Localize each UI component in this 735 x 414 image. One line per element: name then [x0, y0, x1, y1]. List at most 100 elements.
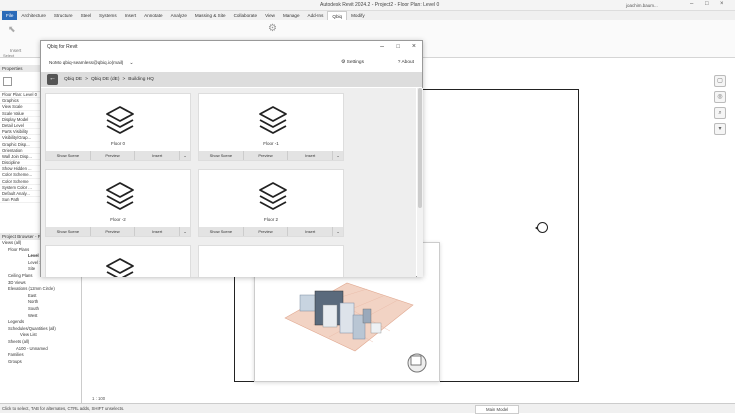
- tab-manage[interactable]: Manage: [279, 11, 304, 20]
- dialog-title: Qbiq for Revit: [47, 44, 78, 50]
- dialog-scrollbar[interactable]: [417, 88, 423, 277]
- tab-structure[interactable]: Structure: [50, 11, 77, 20]
- browser-item-groups[interactable]: Groups: [0, 359, 81, 366]
- floor-label: Floor -1: [263, 141, 279, 146]
- show-scene-button[interactable]: Show Scene: [46, 151, 91, 160]
- browser-item-3d-views[interactable]: 3D Views: [0, 280, 81, 287]
- close-icon[interactable]: ×: [720, 1, 724, 7]
- tab-file[interactable]: File: [2, 11, 18, 20]
- tab-annotate[interactable]: Annotate: [140, 11, 166, 20]
- floor-card-grid: Floor 0 Show Scene Preview Insert ⌄ Floor -…: [41, 88, 416, 277]
- navigation-bar: ▢ ◎ ⌕ ▾: [714, 75, 728, 165]
- show-scene-button[interactable]: Show Scene: [46, 227, 91, 236]
- show-scene-button[interactable]: Show Scene: [199, 227, 244, 236]
- tab-view[interactable]: View: [261, 11, 279, 20]
- layers-icon: [106, 182, 134, 210]
- floor-label: Floor 2: [263, 217, 278, 222]
- scrollbar-thumb[interactable]: [418, 88, 422, 208]
- tab-systems[interactable]: Systems: [95, 11, 121, 20]
- settings-button[interactable]: ⚙ Settings: [341, 60, 364, 65]
- browser-item-elevations[interactable]: Elevations (12mm Circle): [0, 286, 81, 293]
- chevron-down-icon[interactable]: ⌄: [180, 227, 190, 236]
- zoom-region-icon[interactable]: ▾: [714, 123, 726, 135]
- about-button[interactable]: ? About: [398, 60, 414, 65]
- chevron-down-icon[interactable]: ⌄: [333, 151, 343, 160]
- browser-item-view-list[interactable]: View List: [0, 332, 81, 339]
- tab-steel[interactable]: Steel: [77, 11, 95, 20]
- properties-panel: Properties Floor Plan: Level 0 Graphics …: [0, 65, 44, 230]
- tab-qbiq[interactable]: Qbiq: [327, 11, 348, 20]
- tab-collaborate[interactable]: Collaborate: [230, 11, 262, 20]
- browser-item-west[interactable]: West: [0, 313, 81, 320]
- preview-button[interactable]: Preview: [91, 151, 136, 160]
- maximize-icon[interactable]: □: [705, 1, 709, 7]
- breadcrumb: ← Qbiq DE > Qbiq DE (dE) > Building HQ: [41, 72, 422, 87]
- browser-item-schedules[interactable]: Schedules/Quantities (all): [0, 326, 81, 333]
- layers-icon: [106, 258, 134, 277]
- crumb-item[interactable]: Qbiq DE (dE): [91, 77, 120, 82]
- tab-architecture[interactable]: Architecture: [17, 11, 50, 20]
- ribbon-select-label: Select: [3, 53, 15, 58]
- tab-insert[interactable]: Insert: [121, 11, 141, 20]
- zoom-icon[interactable]: ⌕: [714, 107, 726, 119]
- viewcube-icon[interactable]: ▢: [714, 75, 726, 87]
- about-label: About: [401, 60, 414, 65]
- ribbon-tabs: File Architecture Structure Steel System…: [0, 11, 735, 20]
- floor-card[interactable]: Floor 2 Show Scene Preview Insert ⌄: [198, 169, 344, 237]
- insert-button[interactable]: Insert: [135, 151, 181, 160]
- user-name[interactable]: joachim.baum...: [626, 3, 658, 8]
- window-title: Autodesk Revit 2024.2 - Project2 - Floor…: [320, 2, 440, 8]
- floor-label: Floor 0: [110, 141, 125, 146]
- insert-button[interactable]: Insert: [288, 151, 334, 160]
- view-scale[interactable]: 1 : 100: [92, 396, 105, 401]
- tab-addins[interactable]: Add-Ins: [304, 11, 328, 20]
- minimize-icon[interactable]: –: [690, 1, 693, 7]
- chevron-down-icon[interactable]: ⌄: [333, 227, 343, 236]
- browser-item-north[interactable]: North: [0, 299, 81, 306]
- browser-item-east[interactable]: East: [0, 293, 81, 300]
- modify-icon[interactable]: ⬉: [8, 24, 16, 35]
- status-text: Click to select, TAB for alternates, CTR…: [2, 406, 125, 411]
- browser-item-sheet-a100[interactable]: A100 - Unnamed: [0, 346, 81, 353]
- preview-button[interactable]: Preview: [91, 227, 136, 236]
- floor-card[interactable]: [198, 245, 344, 277]
- back-arrow-icon[interactable]: ←: [47, 74, 58, 85]
- layers-icon: [259, 106, 287, 134]
- layers-icon: [259, 182, 287, 210]
- browser-item-south[interactable]: South: [0, 306, 81, 313]
- chevron-down-icon[interactable]: ⌄: [129, 60, 133, 66]
- title-bar: Autodesk Revit 2024.2 - Project2 - Floor…: [0, 0, 735, 11]
- elevation-marker-icon[interactable]: [535, 222, 548, 233]
- crumb-item[interactable]: Qbiq DE: [64, 77, 82, 82]
- floor-card[interactable]: Floor -1 Show Scene Preview Insert ⌄: [198, 93, 344, 161]
- insert-button[interactable]: Insert: [288, 227, 334, 236]
- prop-row[interactable]: Sun Path: [0, 197, 43, 204]
- steering-wheel-icon[interactable]: ◎: [714, 91, 726, 103]
- browser-item-families[interactable]: Families: [0, 352, 81, 359]
- type-selector[interactable]: [0, 72, 43, 92]
- preview-button[interactable]: Preview: [244, 151, 289, 160]
- tab-modify[interactable]: Modify: [347, 11, 369, 20]
- chevron-down-icon[interactable]: ⌄: [180, 151, 190, 160]
- tab-analyze[interactable]: Analyze: [167, 11, 191, 20]
- floor-card[interactable]: Floor 0 Show Scene Preview Insert ⌄: [45, 93, 191, 161]
- gear-icon[interactable]: ⚙: [268, 23, 277, 34]
- dialog-close-icon[interactable]: ×: [412, 43, 416, 50]
- browser-item-sheets[interactable]: Sheets (all): [0, 339, 81, 346]
- crumb-item: Building HQ: [128, 77, 154, 82]
- floor-card[interactable]: Floor -2 Show Scene Preview Insert ⌄: [45, 169, 191, 237]
- dialog-maximize-icon[interactable]: □: [396, 44, 400, 50]
- preview-button[interactable]: Preview: [244, 227, 289, 236]
- dialog-minimize-icon[interactable]: –: [380, 43, 384, 50]
- tab-massing[interactable]: Massing & Site: [191, 11, 230, 20]
- workspace-select[interactable]: NoMo qbiq-seamless@qbiq.io(mail): [49, 60, 123, 65]
- qbiq-dialog: Qbiq for Revit – □ × NoMo qbiq-seamless@…: [40, 40, 423, 277]
- view-control-bar: 1 : 100: [82, 395, 232, 403]
- floor-card[interactable]: [45, 245, 191, 277]
- settings-label: Settings: [346, 60, 364, 65]
- insert-button[interactable]: Insert: [135, 227, 181, 236]
- floor-plan-icon: [3, 77, 12, 86]
- browser-item-legends[interactable]: Legends: [0, 319, 81, 326]
- show-scene-button[interactable]: Show Scene: [199, 151, 244, 160]
- floor-label: Floor -2: [110, 217, 126, 222]
